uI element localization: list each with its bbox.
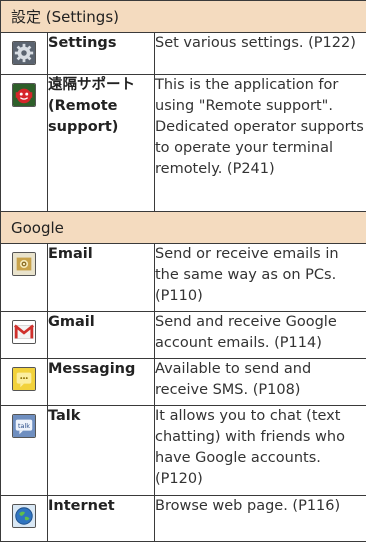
messaging-icon (12, 367, 36, 391)
table-row: Internet Browse web page. (P116) (0, 495, 366, 542)
app-name: Talk (47, 405, 155, 496)
app-name: Messaging (47, 358, 155, 406)
talk-icon-text: talk (18, 422, 30, 430)
table-row: 遠隔サポート (Remote support) This is the appl… (0, 74, 366, 212)
table-row: Email Send or receive emails in the same… (0, 243, 366, 312)
talk-icon: talk (12, 414, 36, 438)
apps-table: 設定 (Settings) Settings Set various setti… (0, 0, 366, 542)
gmail-icon (12, 320, 36, 344)
app-description: It allows you to chat (text chatting) wi… (153, 405, 366, 496)
app-name: Email (47, 243, 155, 312)
remote-support-icon (12, 83, 36, 107)
globe-icon (12, 504, 36, 528)
table-row: talk Talk It allows you to chat (text ch… (0, 405, 366, 496)
app-name: Internet (47, 495, 155, 542)
app-name: 遠隔サポート (Remote support) (47, 74, 155, 212)
app-description: Set various settings. (P122) (153, 32, 366, 75)
app-name: Settings (47, 32, 155, 75)
section-title: Google (0, 211, 366, 244)
section-title: 設定 (Settings) (0, 0, 366, 33)
app-description: Available to send and receive SMS. (P108… (153, 358, 366, 406)
app-description: This is the application for using "Remot… (153, 74, 366, 212)
section-header-settings: 設定 (Settings) (0, 0, 366, 33)
section-header-google: Google (0, 211, 366, 244)
table-row: Settings Set various settings. (P122) (0, 32, 366, 75)
app-description: Send and receive Google account emails. … (153, 311, 366, 359)
email-icon (12, 252, 36, 276)
table-row: Messaging Available to send and receive … (0, 358, 366, 406)
gear-icon (12, 41, 36, 65)
app-name: Gmail (47, 311, 155, 359)
app-description: Browse web page. (P116) (153, 495, 366, 542)
table-row: Gmail Send and receive Google account em… (0, 311, 366, 359)
app-description: Send or receive emails in the same way a… (153, 243, 366, 312)
